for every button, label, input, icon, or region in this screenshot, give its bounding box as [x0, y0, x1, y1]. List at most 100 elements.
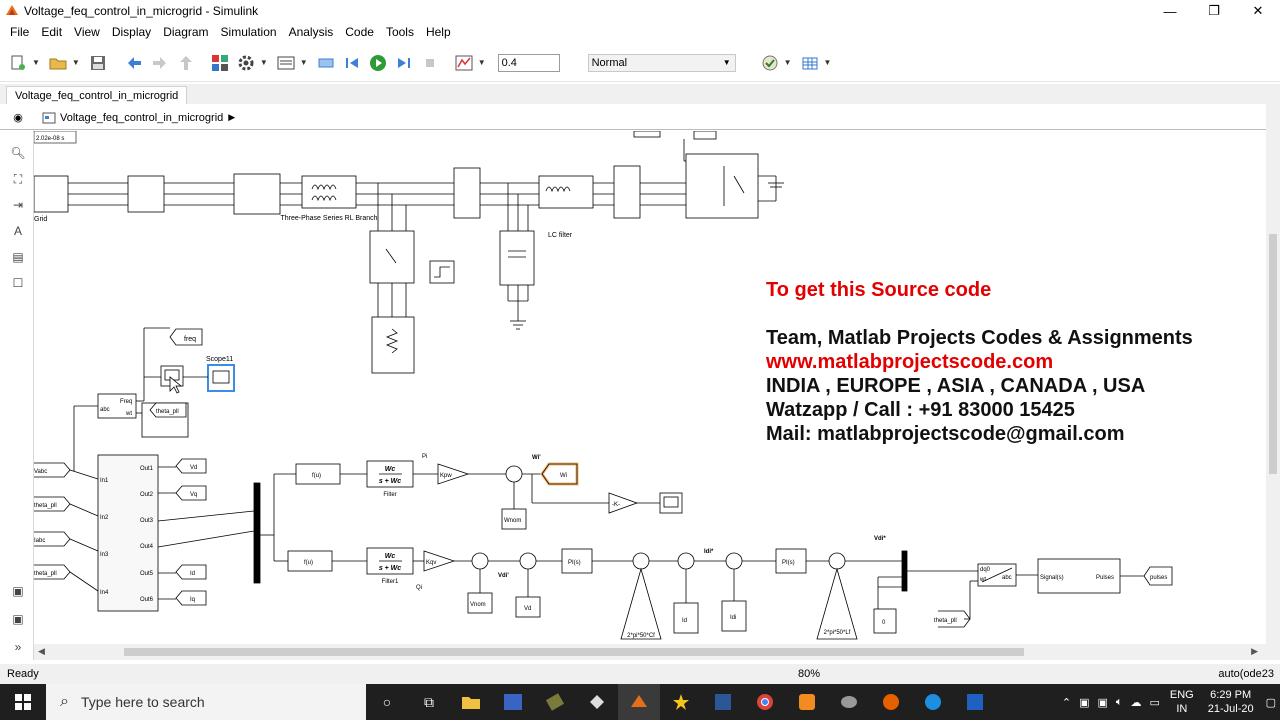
- arrow-right-icon[interactable]: ⇥: [9, 196, 27, 214]
- app-icon-4[interactable]: [660, 684, 702, 720]
- task-view-icon[interactable]: ⧉: [408, 684, 450, 720]
- minimize-button[interactable]: —: [1148, 0, 1192, 22]
- chevron-left-icon[interactable]: ◀: [38, 646, 45, 657]
- hide-model-browser-icon[interactable]: ◉: [8, 108, 28, 128]
- goto-pulses: pulses: [1150, 575, 1167, 581]
- app-icon-2[interactable]: [534, 684, 576, 720]
- notification-icon[interactable]: ▢: [1262, 696, 1280, 709]
- menu-view[interactable]: View: [68, 25, 106, 39]
- stop-time-input[interactable]: 0.4: [497, 53, 560, 72]
- app-icon-6[interactable]: [828, 684, 870, 720]
- vdi-star-label: Vdi*: [874, 536, 886, 542]
- menu-tools[interactable]: Tools: [380, 25, 420, 39]
- simulation-mode-select[interactable]: Normal ▼: [587, 53, 736, 72]
- chevron-right-icon[interactable]: ▶: [1251, 646, 1258, 657]
- volume-icon[interactable]: 🔈︎: [1112, 696, 1127, 709]
- step-forward-button[interactable]: [392, 51, 416, 75]
- pi-block-2: PI(s): [782, 560, 795, 566]
- simulation-data-inspector-button[interactable]: [452, 51, 476, 75]
- library-browser-button[interactable]: [208, 51, 232, 75]
- chevron-down-icon[interactable]: ▼: [300, 58, 308, 67]
- annotation-icon[interactable]: A: [9, 222, 27, 240]
- battery-icon[interactable]: ▭: [1145, 696, 1163, 709]
- screenshot-icon[interactable]: ▣: [9, 610, 27, 628]
- subsys-out6: Out6: [140, 597, 154, 603]
- stop-button[interactable]: [418, 51, 442, 75]
- pi-block-1: PI(s): [568, 560, 581, 566]
- subsys-out5: Out5: [140, 571, 154, 577]
- model-explorer-button[interactable]: [274, 51, 298, 75]
- const-wnom: Wnom: [504, 518, 521, 524]
- taskbar-search-input[interactable]: ⌕ Type here to search: [46, 684, 366, 720]
- chevron-down-icon[interactable]: ▼: [478, 58, 486, 67]
- chevron-down-icon[interactable]: ▼: [260, 58, 268, 67]
- fcn-block-2: f(u): [304, 560, 313, 566]
- edge-icon[interactable]: [912, 684, 954, 720]
- open-button[interactable]: [46, 51, 70, 75]
- tab-model[interactable]: Voltage_feq_control_in_microgrid: [6, 86, 188, 104]
- update-diagram-button[interactable]: [314, 51, 338, 75]
- build-button[interactable]: [798, 51, 822, 75]
- file-explorer-icon[interactable]: [450, 684, 492, 720]
- menu-diagram[interactable]: Diagram: [157, 25, 214, 39]
- vertical-scroll-thumb[interactable]: [1269, 234, 1277, 474]
- menu-edit[interactable]: Edit: [35, 25, 68, 39]
- scope-label: Scope11: [206, 356, 233, 363]
- chevron-down-icon[interactable]: ▼: [32, 58, 40, 67]
- menu-display[interactable]: Display: [106, 25, 157, 39]
- horizontal-scrollbar[interactable]: ◀ ▶: [34, 644, 1266, 660]
- pll-in: abc: [100, 407, 110, 413]
- chevron-up-icon[interactable]: ⌃: [1058, 696, 1075, 709]
- menu-help[interactable]: Help: [420, 25, 457, 39]
- breadcrumb[interactable]: Voltage_feq_control_in_microgrid ▶: [42, 112, 235, 124]
- app-icon-1[interactable]: [492, 684, 534, 720]
- run-button[interactable]: [366, 51, 390, 75]
- model-advisor-button[interactable]: [758, 51, 782, 75]
- p-signal-label: Pi: [422, 454, 427, 460]
- language-indicator[interactable]: ENG IN: [1164, 688, 1200, 716]
- subsys-out2: Out2: [140, 492, 154, 498]
- app-icon-5[interactable]: [786, 684, 828, 720]
- vertical-scrollbar[interactable]: [1266, 104, 1280, 660]
- step-back-button[interactable]: [340, 51, 364, 75]
- start-button[interactable]: [0, 684, 46, 720]
- chevron-down-icon[interactable]: ▼: [72, 58, 80, 67]
- chevron-down-icon[interactable]: ▼: [784, 58, 792, 67]
- model-browser-icon[interactable]: ▣: [9, 582, 27, 600]
- maximize-button[interactable]: ❐: [1192, 0, 1236, 22]
- back-button[interactable]: [122, 51, 146, 75]
- menu-file[interactable]: File: [4, 25, 35, 39]
- solver-status[interactable]: auto(ode23: [1218, 668, 1274, 680]
- expand-icon[interactable]: »: [9, 638, 27, 656]
- forward-button[interactable]: [148, 51, 172, 75]
- network-icon[interactable]: ☁︎: [1126, 696, 1145, 709]
- matlab-icon[interactable]: [618, 684, 660, 720]
- app-icon-7[interactable]: [954, 684, 996, 720]
- tray-app-icon[interactable]: ▣: [1075, 696, 1093, 709]
- menu-analysis[interactable]: Analysis: [283, 25, 340, 39]
- close-button[interactable]: ✕: [1236, 0, 1280, 22]
- up-button[interactable]: [174, 51, 198, 75]
- image-icon[interactable]: ▤: [9, 248, 27, 266]
- zoom-icon[interactable]: 🔍︎: [9, 144, 27, 162]
- cortana-icon[interactable]: ○: [366, 684, 408, 720]
- model-icon: [42, 112, 56, 123]
- tray-app-icon-2[interactable]: ▣: [1093, 696, 1111, 709]
- input-iabc: Iabc: [34, 538, 45, 544]
- chrome-icon[interactable]: [744, 684, 786, 720]
- firefox-icon[interactable]: [870, 684, 912, 720]
- menu-simulation[interactable]: Simulation: [215, 25, 283, 39]
- clock[interactable]: 6:29 PM 21-Jul-20: [1200, 688, 1262, 716]
- lc-filter-label: LC filter: [548, 232, 573, 239]
- search-placeholder: Type here to search: [80, 694, 205, 710]
- word-icon[interactable]: [702, 684, 744, 720]
- model-config-button[interactable]: [234, 51, 258, 75]
- save-button[interactable]: [86, 51, 110, 75]
- menu-code[interactable]: Code: [339, 25, 380, 39]
- new-model-button[interactable]: [6, 51, 30, 75]
- horizontal-scroll-thumb[interactable]: [124, 648, 1024, 656]
- chevron-down-icon[interactable]: ▼: [824, 58, 832, 67]
- app-icon-3[interactable]: [576, 684, 618, 720]
- fit-view-icon[interactable]: ⛶: [9, 170, 27, 188]
- area-icon[interactable]: ☐: [9, 274, 27, 292]
